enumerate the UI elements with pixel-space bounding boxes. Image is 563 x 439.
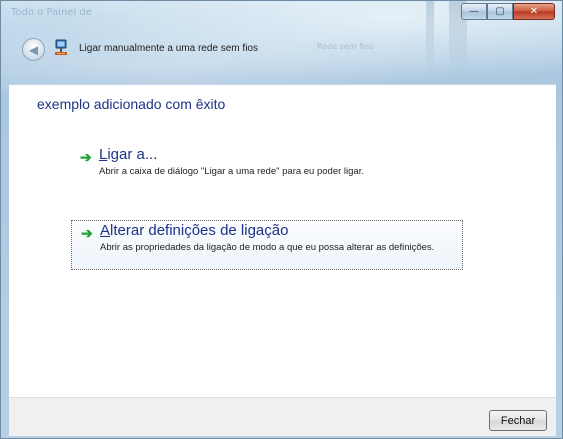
maximize-icon: ▢ [495,6,505,17]
change-settings-title: Alterar definições de ligação [100,222,289,239]
dialog-footer: Fechar [9,397,556,436]
minimize-icon: — [469,6,479,17]
connect-to-title: Ligar a... [99,146,158,163]
back-button[interactable]: ◀ [22,38,45,61]
glass-decoration [426,1,434,75]
minimize-button[interactable]: — [461,3,487,20]
caption-buttons: — ▢ ✕ [461,3,555,20]
network-icon [55,39,67,55]
page-heading: exemplo adicionado com êxito [37,96,226,112]
green-arrow-icon: ➔ [81,225,93,241]
back-arrow-icon: ◀ [28,42,39,57]
close-window-button[interactable]: ✕ [513,3,555,20]
close-button[interactable]: Fechar [489,410,547,431]
close-icon: ✕ [529,6,539,17]
change-connection-settings-command[interactable]: ➔ Alterar definições de ligação Abrir as… [71,220,463,270]
change-settings-description: Abrir as propriedades da ligação de modo… [100,242,435,253]
background-window-text: Todo o Painel de [11,7,92,18]
connect-to-description: Abrir a caixa de diálogo "Ligar a uma re… [99,166,364,177]
background-window-text-2: Rede sem fios [317,42,374,51]
green-arrow-icon: ➔ [80,149,92,165]
window-frame: Todo o Painel de Rede sem fios — ▢ ✕ ◀ L… [0,0,563,439]
content-area: exemplo adicionado com êxito ➔ Ligar a..… [9,84,556,398]
maximize-button[interactable]: ▢ [487,3,513,20]
window-title: Ligar manualmente a uma rede sem fios [79,43,258,54]
connect-to-command[interactable]: ➔ Ligar a... Abrir a caixa de diálogo "L… [71,145,491,181]
